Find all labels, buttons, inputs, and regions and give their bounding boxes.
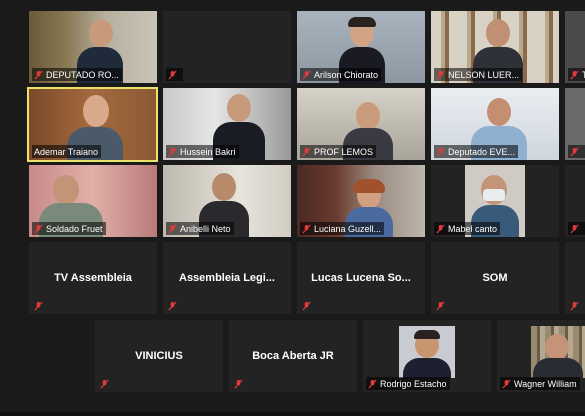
mic-muted-icon bbox=[100, 379, 109, 388]
mic-muted-icon bbox=[570, 70, 579, 79]
participant-tile[interactable]: Rodrigo Estacho bbox=[363, 320, 491, 392]
participant-name-tag bbox=[98, 377, 115, 390]
mic-muted-icon bbox=[570, 224, 579, 233]
participant-name: Arilson Chiorato bbox=[314, 69, 379, 80]
participant-name-large: VINICIUS bbox=[135, 350, 183, 362]
participant-tile[interactable]: Mabel canto bbox=[431, 165, 559, 237]
mic-muted-icon bbox=[570, 147, 579, 156]
toolbar-edge bbox=[0, 412, 585, 416]
mic-muted-icon bbox=[168, 224, 177, 233]
mic-muted-icon bbox=[436, 224, 445, 233]
participant-name-tag bbox=[568, 145, 585, 158]
participant-tile[interactable]: Anibelli Neto bbox=[163, 165, 291, 237]
participant-tile[interactable]: Boca Aberta JR bbox=[229, 320, 357, 392]
participant-name: Hussein Bakri bbox=[180, 146, 236, 157]
mic-muted-icon bbox=[168, 70, 177, 79]
participant-tile[interactable]: Wagner William bbox=[497, 320, 585, 392]
participant-name-large: Assembleia Legi... bbox=[179, 272, 275, 284]
participant-name-tag bbox=[300, 299, 317, 312]
participant-tile[interactable] bbox=[565, 242, 585, 314]
participant-name: Soldado Fruet bbox=[46, 223, 103, 234]
participant-name-tag: Luciana Guzell... bbox=[300, 222, 385, 235]
participant-tile[interactable]: Lucas Lucena So... bbox=[297, 242, 425, 314]
participant-name-tag bbox=[568, 299, 585, 312]
participant-name: NELSON LUER... bbox=[448, 69, 520, 80]
participant-name-tag: Ademar Traiano bbox=[32, 145, 102, 158]
participant-name-large: Lucas Lucena So... bbox=[311, 272, 411, 284]
participant-name-tag: PROF LEMOS bbox=[300, 145, 377, 158]
participant-name-tag bbox=[166, 68, 183, 81]
participant-tile[interactable] bbox=[163, 11, 291, 83]
participant-name: Deputado EVE... bbox=[448, 146, 516, 157]
mic-muted-icon bbox=[302, 301, 311, 310]
participant-tile[interactable]: Hussein Bakri bbox=[163, 88, 291, 160]
participant-tile[interactable]: PROF LEMOS bbox=[297, 88, 425, 160]
participant-avatar bbox=[399, 326, 455, 378]
participant-name: Anibelli Neto bbox=[180, 223, 231, 234]
participant-name-tag: Rodrigo Estacho bbox=[366, 377, 450, 390]
participant-tile[interactable]: SOM bbox=[431, 242, 559, 314]
participant-name-tag bbox=[32, 299, 49, 312]
participant-name-tag: NELSON LUER... bbox=[434, 68, 523, 81]
participant-tile[interactable]: Luciana Guzell... bbox=[297, 165, 425, 237]
participant-name: Mabel canto bbox=[448, 223, 498, 234]
participant-name: DEPUTADO RO... bbox=[46, 69, 119, 80]
mic-muted-icon bbox=[502, 379, 511, 388]
participant-name-large: SOM bbox=[482, 272, 508, 284]
participant-tile[interactable] bbox=[565, 88, 585, 160]
mic-muted-icon bbox=[34, 301, 43, 310]
participant-name-tag bbox=[166, 299, 183, 312]
participant-avatar bbox=[531, 326, 585, 378]
participant-name: Luciana Guzell... bbox=[314, 223, 382, 234]
participant-tile[interactable]: T bbox=[565, 11, 585, 83]
mic-muted-icon bbox=[34, 224, 43, 233]
participant-tile[interactable]: TV Assembleia bbox=[29, 242, 157, 314]
participant-name: Rodrigo Estacho bbox=[380, 378, 447, 389]
participant-name-tag: Mabel canto bbox=[434, 222, 501, 235]
mic-muted-icon bbox=[234, 379, 243, 388]
mic-muted-icon bbox=[302, 70, 311, 79]
mic-muted-icon bbox=[368, 379, 377, 388]
participant-name-tag: DEPUTADO RO... bbox=[32, 68, 122, 81]
mic-muted-icon bbox=[436, 147, 445, 156]
participant-tile[interactable]: VINICIUS bbox=[95, 320, 223, 392]
participant-tile[interactable]: Deputado EVE... bbox=[431, 88, 559, 160]
mic-muted-icon bbox=[436, 301, 445, 310]
mic-muted-icon bbox=[436, 70, 445, 79]
participant-tile[interactable] bbox=[565, 165, 585, 237]
participant-name-tag: Wagner William bbox=[500, 377, 580, 390]
participant-name-tag: T bbox=[568, 68, 585, 81]
mic-muted-icon bbox=[302, 224, 311, 233]
participant-name: PROF LEMOS bbox=[314, 146, 374, 157]
mic-muted-icon bbox=[34, 70, 43, 79]
mic-muted-icon bbox=[168, 147, 177, 156]
participant-name: Ademar Traiano bbox=[34, 146, 99, 157]
participant-name-tag: Hussein Bakri bbox=[166, 145, 239, 158]
participant-tile[interactable]: NELSON LUER... bbox=[431, 11, 559, 83]
participant-name-tag: Deputado EVE... bbox=[434, 145, 519, 158]
participant-tile[interactable]: Soldado Fruet bbox=[29, 165, 157, 237]
participant-name-tag: Arilson Chiorato bbox=[300, 68, 382, 81]
participant-name-large: Boca Aberta JR bbox=[252, 350, 334, 362]
participant-name-tag bbox=[434, 299, 451, 312]
participant-name-tag: Soldado Fruet bbox=[32, 222, 106, 235]
participant-name-large: TV Assembleia bbox=[54, 272, 132, 284]
participant-tile[interactable]: Arilson Chiorato bbox=[297, 11, 425, 83]
participant-name-tag: Anibelli Neto bbox=[166, 222, 234, 235]
mic-muted-icon bbox=[302, 147, 311, 156]
participant-name-tag bbox=[568, 222, 585, 235]
active-speaker-tile[interactable]: Ademar Traiano bbox=[27, 87, 158, 162]
mic-muted-icon bbox=[570, 301, 579, 310]
participant-name-tag bbox=[232, 377, 249, 390]
participant-tile[interactable]: Assembleia Legi... bbox=[163, 242, 291, 314]
participant-tile[interactable]: DEPUTADO RO... bbox=[29, 11, 157, 83]
participant-name: Wagner William bbox=[514, 378, 577, 389]
mic-muted-icon bbox=[168, 301, 177, 310]
